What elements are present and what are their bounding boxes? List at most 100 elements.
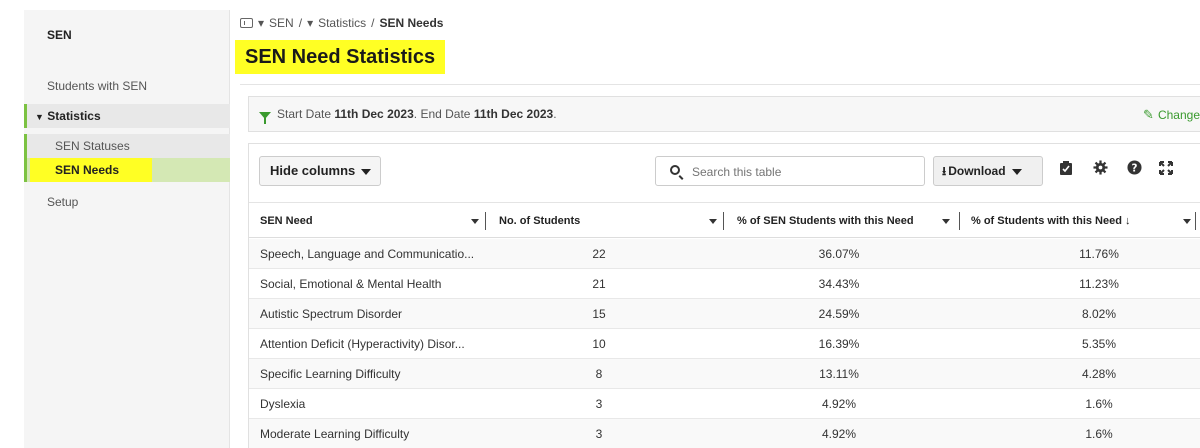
table-cell: 36.07% [818,247,860,261]
table-cell: Moderate Learning Difficulty [260,427,410,441]
table-cell: 3 [595,427,603,441]
table-cell: 8 [595,367,603,381]
column-resize-handle[interactable] [959,212,960,230]
table-cell: 4.92% [821,397,857,411]
table-cell: 11.76% [1079,247,1119,261]
sidebar-item-statistics[interactable]: ▼ Statistics [24,104,230,128]
table-header: SEN Need No. of Students % of SEN Studen… [249,202,1200,238]
caret-down-icon: ▾ [258,16,265,30]
start-date-value: 11th Dec 2023 [334,107,414,121]
table-cell: Dyslexia [260,397,306,411]
table-cell: Autistic Spectrum Disorder [260,307,403,321]
sidebar-title: SEN [47,28,72,42]
column-menu-icon[interactable] [942,219,950,224]
breadcrumb-separator: / [371,16,375,30]
sidebar-item-label: Students with SEN [47,79,148,93]
table-cell: Social, Emotional & Mental Health [260,277,442,291]
table-card: Hide columns ⭳Download ? SEN Need No. of… [248,143,1200,448]
column-resize-handle[interactable] [723,212,724,230]
table-cell: 34.43% [818,277,860,291]
table-row[interactable]: Dyslexia 3 4.92% 1.6% [249,389,1200,419]
column-menu-icon[interactable] [709,219,717,224]
column-header-no-of-students[interactable]: No. of Students [499,203,580,239]
hide-columns-label: Hide columns [270,163,356,178]
gear-icon-svg [1092,160,1108,175]
start-date-label: Start Date [277,107,332,121]
column-menu-icon[interactable] [1183,219,1191,224]
table-cell: 4.92% [821,427,857,441]
filter-icon [259,111,271,124]
svg-text:?: ? [1131,162,1137,174]
table-cell: 1.6% [1085,397,1113,411]
table-row[interactable]: Speech, Language and Communicatio... 22 36… [249,239,1200,269]
page-title-highlight: SEN Need Statistics [235,40,446,74]
search-box[interactable] [655,156,925,186]
table-cell: Attention Deficit (Hyperactivity) Disor.… [260,337,465,351]
column-resize-handle[interactable] [1195,212,1196,230]
table-row[interactable]: Attention Deficit (Hyperactivity) Disor.… [249,329,1200,359]
sidebar: SEN Students with SEN ▼ Statistics SEN S… [24,10,230,448]
table-row[interactable]: Autistic Spectrum Disorder 15 24.59% 8.02% [249,299,1200,329]
caret-down-icon [361,168,372,175]
table-cell: 16.39% [818,337,860,351]
sidebar-item-label: Statistics [47,109,101,123]
date-filter-summary: Start Date 11th Dec 2023. End Date 11th … [259,107,557,124]
pencil-icon: ✎ [1143,107,1154,122]
column-header-pct-students[interactable]: % of Students with this Need ↓ [971,203,1131,239]
sidebar-item-label: SEN Statuses [55,139,130,153]
table-cell: Specific Learning Difficulty [260,367,401,381]
end-date-value: 11th Dec 2023 [473,107,554,121]
breadcrumb-item-statistics[interactable]: Statistics [318,14,366,32]
breadcrumb-item-sen[interactable]: SEN [269,14,294,32]
column-menu-icon[interactable] [471,219,479,224]
change-label: Change [1157,108,1200,122]
table-cell: 10 [592,337,606,351]
clipboard-check-icon[interactable] [1055,160,1077,182]
table-cell: Speech, Language and Communicatio... [260,247,475,261]
search-input[interactable] [692,163,912,181]
expand-icon[interactable] [1155,160,1177,182]
change-filter-link[interactable]: ✎ Change [1143,107,1200,123]
breadcrumb-item-current: SEN Needs [379,16,444,30]
download-label: Download [948,164,1006,178]
breadcrumb-separator: / [298,16,303,30]
expand-icon-svg [1159,161,1173,175]
search-icon [670,165,680,175]
table-cell: 1.6% [1085,427,1113,441]
sidebar-item-sen-needs[interactable]: SEN Needs [24,158,230,182]
table-cell: 24.59% [818,307,860,321]
caret-down-icon [1011,168,1022,175]
column-resize-handle[interactable] [485,212,486,230]
filter-bar: Start Date 11th Dec 2023. End Date 11th … [248,96,1200,132]
help-icon-svg: ? [1126,160,1142,175]
sidebar-item-sen-statuses[interactable]: SEN Statuses [24,134,230,158]
caret-down-icon: ▼ [35,112,44,122]
table-cell: 5.35% [1081,337,1117,351]
table-cell: 22 [592,247,606,261]
end-date-label: End Date [420,107,471,121]
gear-icon[interactable] [1089,160,1111,182]
sidebar-item-label: Setup [47,195,79,209]
caret-down-icon: ▾ [307,16,314,30]
sidebar-item-students-with-sen[interactable]: Students with SEN [24,74,230,98]
table-toolbar: Hide columns ⭳Download ? [249,144,1200,202]
hide-columns-button[interactable]: Hide columns [259,156,381,186]
table-row[interactable]: Specific Learning Difficulty 8 13.11% 4.28% [249,359,1200,389]
table-cell: 8.02% [1081,307,1117,321]
table-cell: 4.28% [1081,367,1117,381]
help-icon[interactable]: ? [1123,160,1145,182]
download-button[interactable]: ⭳ Download [933,156,1043,186]
sidebar-toggle-icon[interactable] [240,18,253,28]
divider [240,84,1200,85]
sidebar-item-setup[interactable]: Setup [24,190,230,214]
page-title: SEN Need Statistics [245,46,436,68]
table-cell: 13.11% [819,367,859,381]
column-header-pct-sen-students[interactable]: % of SEN Students with this Need [737,203,914,239]
sidebar-item-label: SEN Needs [55,163,120,177]
download-icon: ⭳ [942,164,947,178]
table-cell: 21 [592,277,606,291]
table-cell: 11.23% [1079,277,1119,291]
table-row[interactable]: Moderate Learning Difficulty 3 4.92% 1.6% [249,419,1200,448]
column-header-sen-need[interactable]: SEN Need [260,203,313,239]
table-row[interactable]: Social, Emotional & Mental Health 21 34.43… [249,269,1200,299]
